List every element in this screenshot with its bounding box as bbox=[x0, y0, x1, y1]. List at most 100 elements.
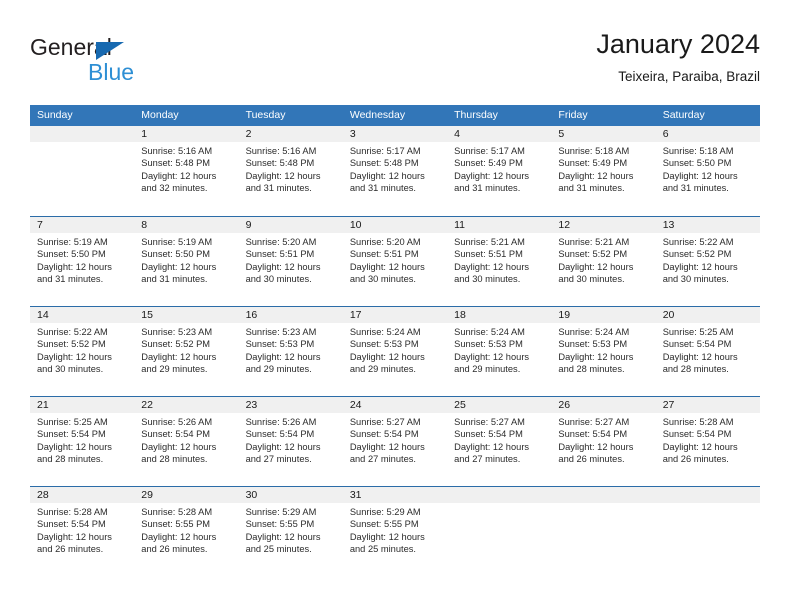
day-sun-info: Sunrise: 5:26 AM Sunset: 5:54 PM Daylight:… bbox=[239, 413, 343, 466]
sunset-text: Sunset: 5:48 PM bbox=[245, 158, 315, 169]
calendar-table: Sunday Monday Tuesday Wednesday Thursday… bbox=[30, 105, 760, 576]
day-sun-info: Sunrise: 5:26 AM Sunset: 5:54 PM Daylight:… bbox=[134, 413, 238, 466]
calendar-day-cell[interactable]: 31 Sunrise: 5:29 AM Sunset: 5:55 PM Dayligh… bbox=[342, 487, 448, 576]
calendar-day-cell[interactable]: 24 Sunrise: 5:27 AM Sunset: 5:54 PM Dayligh… bbox=[342, 397, 448, 486]
sunset-text: Sunset: 5:53 PM bbox=[349, 339, 419, 350]
sunrise-text: Sunrise: 5:26 AM bbox=[245, 417, 317, 427]
sunrise-text: Sunrise: 5:20 AM bbox=[245, 237, 317, 247]
sunset-text: Sunset: 5:55 PM bbox=[141, 519, 211, 530]
daylight-text-line1: Daylight: 12 hours bbox=[558, 441, 634, 452]
sunrise-text: Sunrise: 5:23 AM bbox=[245, 327, 317, 337]
sunrise-text: Sunrise: 5:29 AM bbox=[245, 507, 317, 517]
calendar-day-cell[interactable]: 17 Sunrise: 5:24 AM Sunset: 5:53 PM Dayligh… bbox=[342, 307, 448, 396]
calendar-day-cell[interactable]: 4 Sunrise: 5:17 AM Sunset: 5:49 PM Daylight… bbox=[447, 126, 552, 216]
weekday-header-wednesday: Wednesday bbox=[349, 109, 406, 121]
sunrise-text: Sunrise: 5:25 AM bbox=[662, 327, 734, 337]
sunrise-text: Sunrise: 5:22 AM bbox=[662, 237, 734, 247]
calendar-day-cell[interactable]: 7 Sunrise: 5:19 AM Sunset: 5:50 PM Daylight… bbox=[30, 217, 135, 306]
day-number: 9 bbox=[238, 217, 343, 233]
day-number: 27 bbox=[655, 397, 760, 413]
daylight-text-line2: and 29 minutes. bbox=[141, 364, 208, 375]
sunset-text: Sunset: 5:49 PM bbox=[454, 158, 523, 169]
calendar-day-cell[interactable]: 27 Sunrise: 5:28 AM Sunset: 5:54 PM Dayligh… bbox=[655, 397, 760, 486]
calendar-day-cell[interactable]: 23 Sunrise: 5:26 AM Sunset: 5:54 PM Dayligh… bbox=[238, 397, 343, 486]
daylight-text-line2: and 30 minutes. bbox=[245, 274, 312, 285]
weekday-header-friday: Friday bbox=[558, 109, 588, 121]
calendar-day-cell[interactable]: 3 Sunrise: 5:17 AM Sunset: 5:48 PM Daylight… bbox=[342, 126, 448, 216]
sunset-text: Sunset: 5:50 PM bbox=[662, 158, 732, 169]
calendar-day-cell[interactable]: 25 Sunrise: 5:27 AM Sunset: 5:54 PM Dayligh… bbox=[447, 397, 552, 486]
daylight-text-line1: Daylight: 12 hours bbox=[141, 531, 217, 542]
daylight-text-line1: Daylight: 12 hours bbox=[141, 351, 217, 362]
calendar-day-cell[interactable]: 28 Sunrise: 5:28 AM Sunset: 5:54 PM Dayligh… bbox=[30, 487, 135, 576]
calendar-day-cell[interactable]: 22 Sunrise: 5:26 AM Sunset: 5:54 PM Dayligh… bbox=[134, 397, 239, 486]
day-sun-info: Sunrise: 5:27 AM Sunset: 5:54 PM Daylight:… bbox=[551, 413, 655, 466]
day-sun-info: Sunrise: 5:16 AM Sunset: 5:48 PM Daylight:… bbox=[239, 142, 343, 195]
day-number: 31 bbox=[342, 487, 448, 503]
daylight-text-line2: and 31 minutes. bbox=[558, 183, 625, 194]
calendar-week-row: 7 Sunrise: 5:19 AM Sunset: 5:50 PM Daylight… bbox=[30, 216, 760, 306]
calendar-day-cell[interactable]: 8 Sunrise: 5:19 AM Sunset: 5:50 PM Daylight… bbox=[134, 217, 239, 306]
sunset-text: Sunset: 5:53 PM bbox=[245, 339, 315, 350]
calendar-day-cell[interactable]: 9 Sunrise: 5:20 AM Sunset: 5:51 PM Daylight… bbox=[238, 217, 343, 306]
calendar-day-cell[interactable]: 20 Sunrise: 5:25 AM Sunset: 5:54 PM Dayligh… bbox=[655, 307, 760, 396]
daylight-text-line2: and 30 minutes. bbox=[37, 364, 104, 375]
day-number bbox=[551, 487, 656, 503]
day-number: 30 bbox=[238, 487, 343, 503]
calendar-day-cell[interactable]: 11 Sunrise: 5:21 AM Sunset: 5:51 PM Dayligh… bbox=[447, 217, 552, 306]
sunrise-text: Sunrise: 5:17 AM bbox=[349, 146, 421, 156]
calendar-day-cell[interactable]: 1 Sunrise: 5:16 AM Sunset: 5:48 PM Daylight… bbox=[134, 126, 239, 216]
day-sun-info: Sunrise: 5:24 AM Sunset: 5:53 PM Daylight:… bbox=[447, 323, 551, 376]
day-number: 18 bbox=[447, 307, 552, 323]
sunrise-text: Sunrise: 5:16 AM bbox=[245, 146, 317, 156]
sunset-text: Sunset: 5:48 PM bbox=[349, 158, 419, 169]
day-sun-info: Sunrise: 5:22 AM Sunset: 5:52 PM Daylight:… bbox=[656, 233, 760, 286]
calendar-day-cell-empty bbox=[551, 487, 656, 576]
day-number: 12 bbox=[551, 217, 656, 233]
calendar-day-cell[interactable]: 30 Sunrise: 5:29 AM Sunset: 5:55 PM Dayligh… bbox=[238, 487, 343, 576]
calendar-day-cell[interactable]: 2 Sunrise: 5:16 AM Sunset: 5:48 PM Daylight… bbox=[238, 126, 343, 216]
sunrise-text: Sunrise: 5:20 AM bbox=[349, 237, 421, 247]
calendar-day-cell[interactable]: 15 Sunrise: 5:23 AM Sunset: 5:52 PM Dayligh… bbox=[134, 307, 239, 396]
daylight-text-line1: Daylight: 12 hours bbox=[37, 261, 112, 272]
daylight-text-line1: Daylight: 12 hours bbox=[37, 531, 112, 542]
day-sun-info: Sunrise: 5:20 AM Sunset: 5:51 PM Daylight:… bbox=[343, 233, 447, 286]
day-number: 17 bbox=[342, 307, 448, 323]
day-number: 24 bbox=[342, 397, 448, 413]
day-sun-info: Sunrise: 5:20 AM Sunset: 5:51 PM Daylight:… bbox=[239, 233, 343, 286]
calendar-day-cell[interactable]: 5 Sunrise: 5:18 AM Sunset: 5:49 PM Daylight… bbox=[551, 126, 656, 216]
calendar-day-cell[interactable]: 14 Sunrise: 5:22 AM Sunset: 5:52 PM Dayligh… bbox=[30, 307, 135, 396]
sunset-text: Sunset: 5:54 PM bbox=[662, 429, 732, 440]
day-sun-info: Sunrise: 5:24 AM Sunset: 5:53 PM Daylight:… bbox=[551, 323, 655, 376]
calendar-day-cell[interactable]: 18 Sunrise: 5:24 AM Sunset: 5:53 PM Dayligh… bbox=[447, 307, 552, 396]
day-number: 25 bbox=[447, 397, 552, 413]
day-number: 6 bbox=[655, 126, 760, 142]
calendar-day-cell[interactable]: 16 Sunrise: 5:23 AM Sunset: 5:53 PM Dayligh… bbox=[238, 307, 343, 396]
calendar-day-cell[interactable]: 21 Sunrise: 5:25 AM Sunset: 5:54 PM Dayligh… bbox=[30, 397, 135, 486]
calendar-day-cell[interactable]: 10 Sunrise: 5:20 AM Sunset: 5:51 PM Dayligh… bbox=[342, 217, 448, 306]
daylight-text-line1: Daylight: 12 hours bbox=[245, 441, 321, 452]
daylight-text-line1: Daylight: 12 hours bbox=[454, 261, 530, 272]
general-blue-logo[interactable]: General Blue bbox=[30, 34, 230, 90]
sunset-text: Sunset: 5:49 PM bbox=[558, 158, 628, 169]
sunrise-text: Sunrise: 5:22 AM bbox=[37, 327, 108, 337]
location-subtitle: Teixeira, Paraiba, Brazil bbox=[618, 69, 760, 84]
sunrise-text: Sunrise: 5:21 AM bbox=[558, 237, 630, 247]
daylight-text-line1: Daylight: 12 hours bbox=[245, 261, 321, 272]
sunrise-text: Sunrise: 5:29 AM bbox=[349, 507, 421, 517]
calendar-day-cell[interactable]: 26 Sunrise: 5:27 AM Sunset: 5:54 PM Dayligh… bbox=[551, 397, 656, 486]
calendar-day-cell[interactable]: 29 Sunrise: 5:28 AM Sunset: 5:55 PM Dayligh… bbox=[134, 487, 239, 576]
day-sun-info: Sunrise: 5:29 AM Sunset: 5:55 PM Daylight:… bbox=[239, 503, 343, 556]
daylight-text-line1: Daylight: 12 hours bbox=[558, 170, 634, 181]
sunset-text: Sunset: 5:55 PM bbox=[245, 519, 315, 530]
day-number: 1 bbox=[134, 126, 239, 142]
calendar-day-cell[interactable]: 6 Sunrise: 5:18 AM Sunset: 5:50 PM Daylight… bbox=[655, 126, 760, 216]
calendar-day-cell[interactable]: 12 Sunrise: 5:21 AM Sunset: 5:52 PM Dayligh… bbox=[551, 217, 656, 306]
daylight-text-line1: Daylight: 12 hours bbox=[662, 441, 738, 452]
sunset-text: Sunset: 5:54 PM bbox=[37, 429, 106, 440]
calendar-day-cell[interactable]: 19 Sunrise: 5:24 AM Sunset: 5:53 PM Dayligh… bbox=[551, 307, 656, 396]
calendar-day-cell[interactable]: 13 Sunrise: 5:22 AM Sunset: 5:52 PM Dayligh… bbox=[655, 217, 760, 306]
calendar-week-row: 14 Sunrise: 5:22 AM Sunset: 5:52 PM Dayligh… bbox=[30, 306, 760, 396]
daylight-text-line2: and 32 minutes. bbox=[141, 183, 208, 194]
calendar-day-cell-empty bbox=[30, 126, 135, 216]
